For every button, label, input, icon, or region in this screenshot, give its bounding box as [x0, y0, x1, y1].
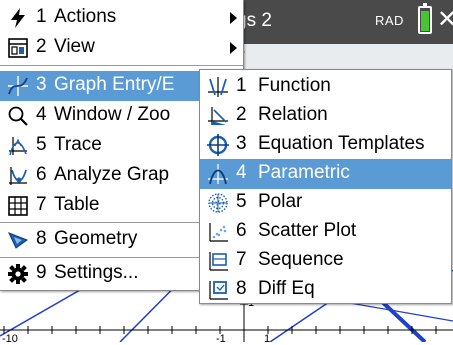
menu-item-number: 5	[36, 134, 47, 155]
menu-item-number: 8	[236, 278, 247, 299]
settings-gear-icon	[6, 262, 30, 286]
submenu-item-function[interactable]: 1 Function	[200, 72, 451, 102]
battery-icon	[418, 3, 432, 34]
menu-item-number: 1	[236, 75, 247, 96]
menu-item-view[interactable]: 2 View	[0, 33, 243, 63]
menu-item-number: 2	[36, 36, 47, 57]
function-icon	[206, 75, 230, 99]
relation-icon	[206, 104, 230, 128]
submenu-item-equation-templates[interactable]: 3 Equation Templates	[200, 130, 451, 160]
parametric-icon	[206, 162, 230, 186]
x-tick-label: -1	[216, 333, 226, 345]
close-icon[interactable]: ✕	[437, 6, 453, 34]
menu-item-label: Analyze Grap	[54, 164, 170, 185]
menu-item-label: Equation Templates	[258, 133, 425, 154]
menu-item-label: Function	[258, 75, 331, 96]
scatter-plot-icon	[206, 220, 230, 244]
x-tick-label: 1	[264, 333, 271, 345]
menu-item-number: 6	[36, 164, 47, 185]
trace-icon	[6, 134, 30, 158]
menu-item-number: 3	[236, 133, 247, 154]
polar-icon	[206, 191, 230, 215]
menu-item-number: 6	[236, 220, 247, 241]
submenu-item-sequence[interactable]: 7 Sequence	[200, 246, 451, 276]
menu-item-label: Trace	[54, 134, 102, 155]
menu-item-number: 4	[36, 104, 47, 125]
menu-item-number: 2	[236, 104, 247, 125]
submenu-item-diff-eq[interactable]: 8 Diff Eq	[200, 275, 451, 305]
equation-templates-icon	[206, 133, 230, 157]
lightning-icon	[6, 6, 30, 30]
geometry-icon	[6, 228, 30, 252]
menu-item-number: 7	[236, 249, 247, 270]
menu-item-label: Window / Zoo	[54, 104, 171, 125]
analyze-graph-icon	[6, 164, 30, 188]
menu-item-label: Table	[54, 194, 100, 215]
menu-item-number: 8	[36, 228, 47, 249]
menu-item-label: Graph Entry/E	[54, 74, 175, 95]
submenu-item-scatter-plot[interactable]: 6 Scatter Plot	[200, 217, 451, 247]
menu-item-label: Relation	[258, 104, 328, 125]
submenu-arrow-icon	[230, 12, 237, 24]
menu-separator	[0, 65, 243, 66]
menu-item-number: 3	[36, 74, 47, 95]
menu-item-number: 1	[36, 6, 47, 27]
menu-item-label: Scatter Plot	[258, 220, 357, 241]
menu-item-label: Geometry	[54, 228, 138, 249]
angle-mode-indicator[interactable]: RAD	[375, 13, 404, 28]
submenu-item-parametric[interactable]: 4 Parametric	[200, 159, 451, 189]
menu-item-label: Settings...	[54, 262, 139, 283]
menu-item-number: 4	[236, 162, 247, 183]
menu-item-number: 5	[236, 191, 247, 212]
menu-item-label: Parametric	[258, 162, 350, 183]
menu-item-label: View	[54, 36, 95, 57]
submenu-arrow-icon	[230, 42, 237, 54]
view-icon	[6, 36, 30, 60]
menu-item-label: Sequence	[258, 249, 344, 270]
menu-item-label: Diff Eq	[258, 278, 315, 299]
graph-entry-submenu: 1 Function 2 Relation 3 Equation Templat…	[199, 69, 452, 304]
submenu-item-polar[interactable]: 5 Polar	[200, 188, 451, 218]
x-tick-label: -10	[2, 333, 18, 345]
table-icon	[6, 194, 30, 218]
menu-item-number: 9	[36, 262, 47, 283]
menu-item-label: Actions	[54, 6, 117, 27]
menu-item-actions[interactable]: 1 Actions	[0, 3, 243, 33]
diff-eq-icon	[206, 278, 230, 302]
graph-entry-icon	[6, 74, 30, 98]
submenu-item-relation[interactable]: 2 Relation	[200, 101, 451, 131]
menu-item-label: Polar	[258, 191, 303, 212]
sequence-icon	[206, 249, 230, 273]
magnifier-icon	[6, 104, 30, 128]
menu-item-number: 7	[36, 194, 47, 215]
